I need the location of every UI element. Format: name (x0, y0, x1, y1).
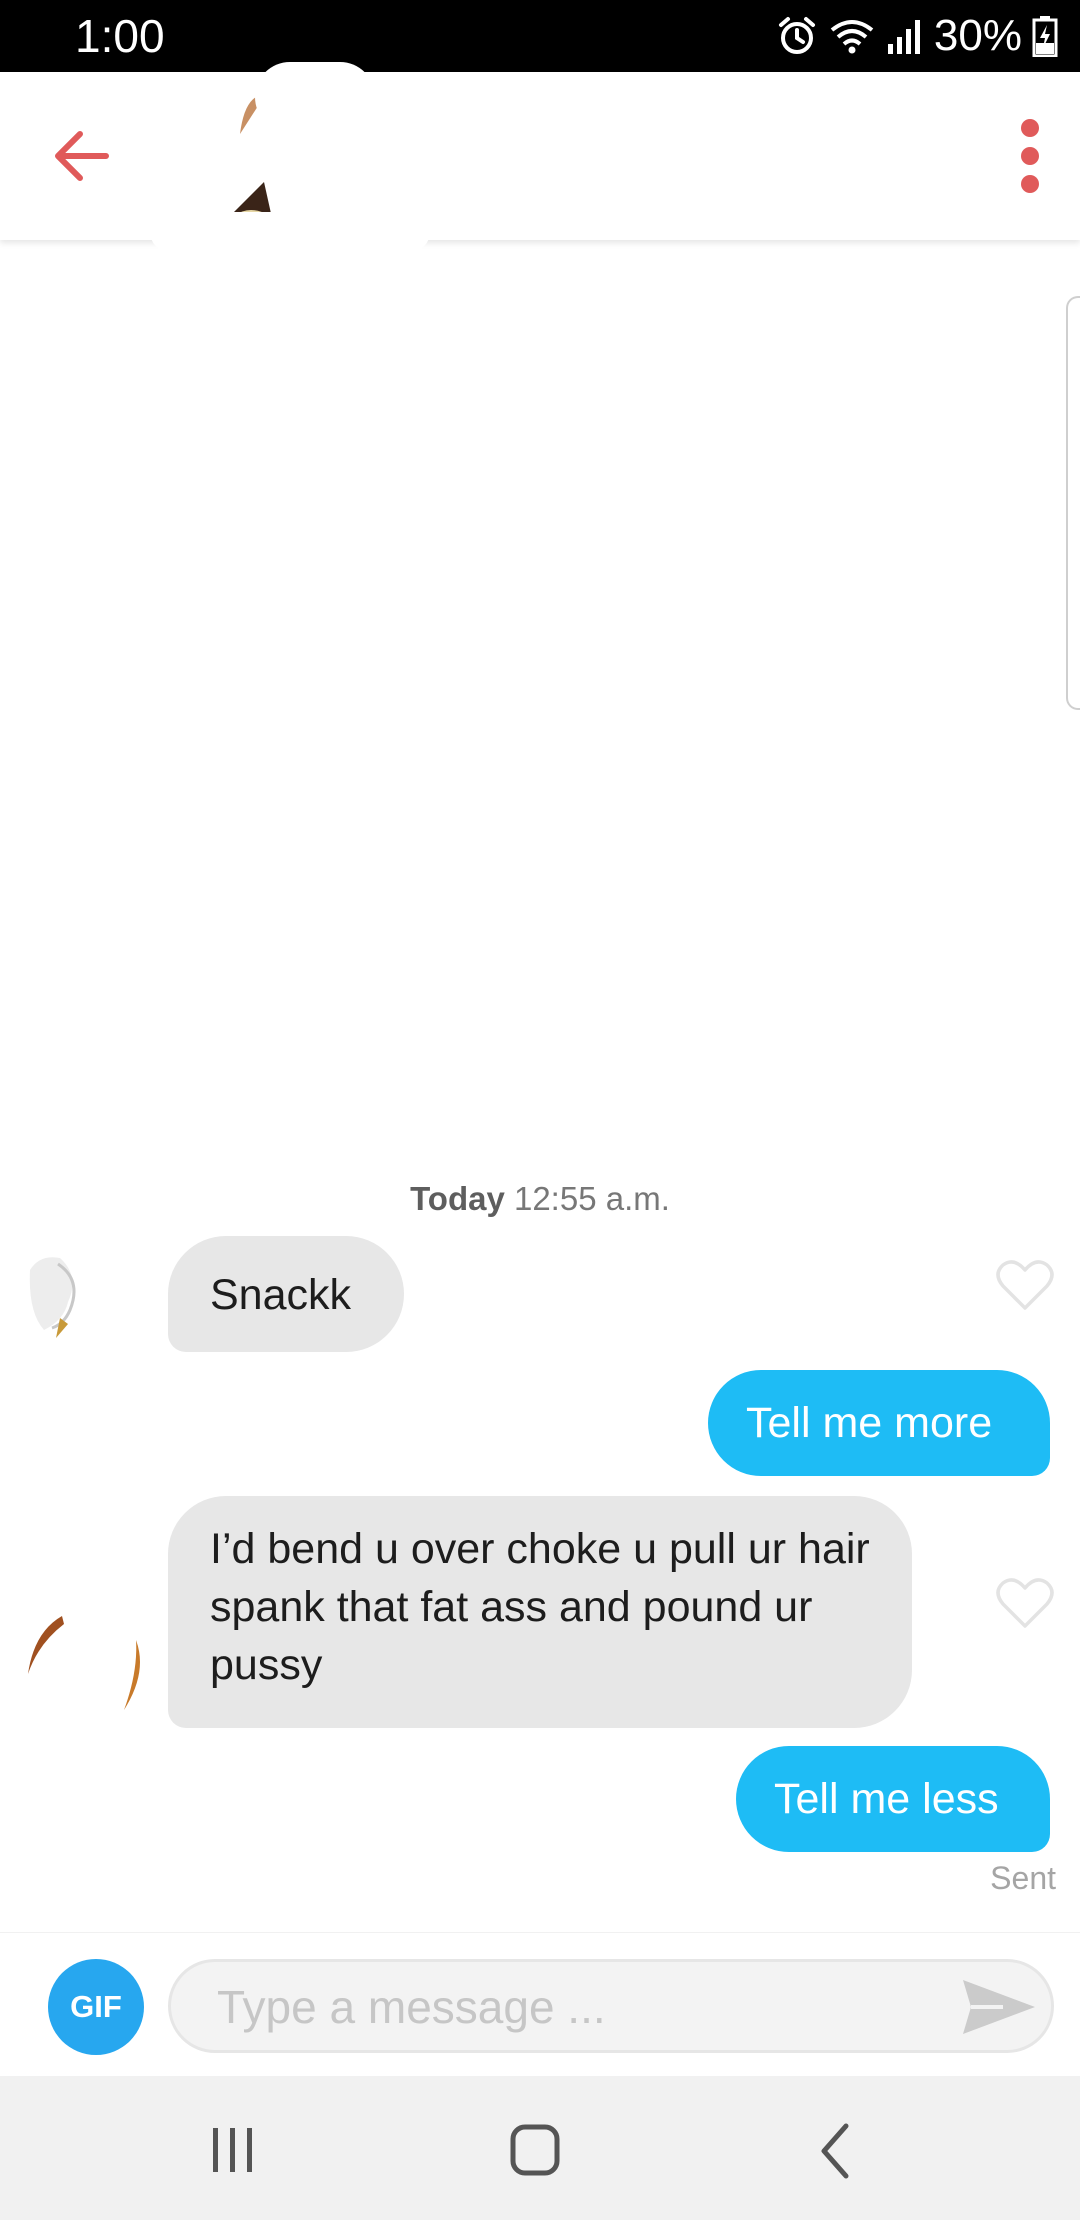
scroll-handle[interactable] (1066, 296, 1080, 710)
message-text: Tell me less (774, 1775, 999, 1823)
heart-icon[interactable] (996, 1258, 1054, 1312)
sender-avatar[interactable] (20, 1610, 140, 1730)
home-icon (510, 2124, 560, 2176)
status-icons: 30% (776, 8, 1058, 64)
alarm-icon (778, 17, 815, 54)
message-bubble-incoming[interactable]: I’d bend u over choke u pull ur hair spa… (168, 1496, 912, 1728)
gif-button[interactable]: GIF (48, 1959, 144, 2055)
status-time: 1:00 (75, 10, 165, 62)
status-bar: 1:00 30% (0, 0, 1080, 72)
wifi-icon (830, 20, 874, 54)
battery-charging-icon (1032, 16, 1058, 57)
message-input[interactable] (215, 1962, 959, 2052)
arrow-left-icon (55, 131, 109, 181)
send-button[interactable] (959, 1976, 1039, 2038)
more-vertical-icon (1021, 119, 1039, 193)
battery-percent: 30% (933, 11, 1022, 60)
message-bubble-outgoing[interactable]: Tell me more (708, 1370, 1050, 1476)
home-button[interactable] (490, 2118, 580, 2184)
message-text: Snackk (210, 1271, 352, 1319)
avatar-image (29, 1257, 76, 1338)
date-divider: Today 12:55 a.m. (0, 1180, 1080, 1218)
message-text: Tell me more (746, 1399, 993, 1447)
message-bubble-outgoing[interactable]: Tell me less (736, 1746, 1050, 1852)
sent-status: Sent (990, 1860, 1056, 1896)
message-field[interactable] (168, 1959, 1054, 2053)
message-composer: GIF (0, 1932, 1080, 2077)
back-button[interactable] (48, 120, 120, 192)
redaction (150, 212, 430, 252)
date-day: Today (410, 1180, 505, 1217)
message-bubble-incoming[interactable]: Snackk (168, 1236, 404, 1352)
more-options-button[interactable] (994, 116, 1066, 196)
heart-icon[interactable] (996, 1576, 1054, 1630)
date-time: 12:55 a.m. (504, 1180, 670, 1217)
sender-avatar[interactable] (20, 1240, 140, 1360)
system-back-button[interactable] (792, 2118, 882, 2184)
send-icon (963, 1980, 1035, 2034)
signal-icon (887, 20, 920, 54)
redaction (255, 62, 375, 132)
chat-header (0, 62, 1080, 252)
system-nav-bar (0, 2076, 1080, 2220)
back-icon (821, 2123, 849, 2179)
message-text: I’d bend u over choke u pull ur hair spa… (210, 1525, 870, 1689)
avatar-image (28, 1616, 140, 1710)
recent-apps-icon (213, 2128, 252, 2172)
recent-apps-button[interactable] (188, 2118, 278, 2184)
